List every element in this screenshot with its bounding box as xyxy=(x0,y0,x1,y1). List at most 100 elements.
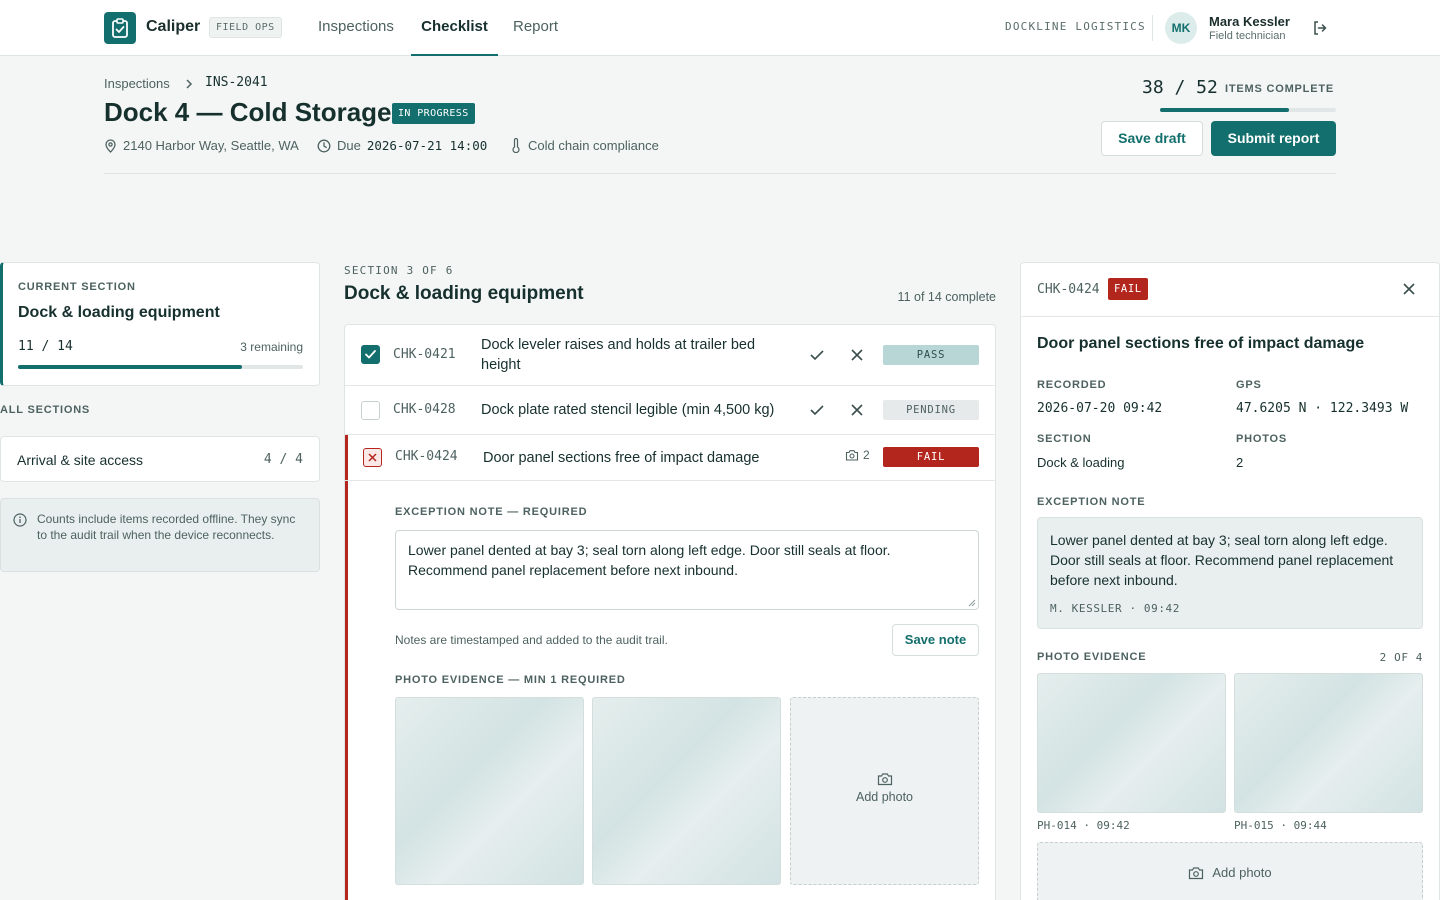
section-title: Dock & loading equipment xyxy=(344,283,584,304)
due-value: 2026-07-21 14:00 xyxy=(366,138,488,153)
check-icon[interactable] xyxy=(809,402,825,418)
meta-category: Cold chain compliance xyxy=(510,138,659,153)
progress-bar-fill xyxy=(1160,108,1289,112)
exception-note-text: Lower panel dented at bay 3; seal torn a… xyxy=(408,542,891,578)
item-id: CHK-0428 xyxy=(393,402,456,417)
status-badge: FAIL xyxy=(883,447,979,467)
add-photo-button[interactable]: Add photo xyxy=(1037,842,1423,900)
logout-icon[interactable] xyxy=(1310,18,1330,38)
thermometer-icon xyxy=(510,138,522,153)
detail-note: Lower panel dented at bay 3; seal torn a… xyxy=(1037,517,1423,629)
progress-label: ITEMS COMPLETE xyxy=(1225,83,1334,95)
detail-panel: CHK-0424 FAIL Door panel sections free o… xyxy=(1020,262,1440,900)
section-item-name: Arrival & site access xyxy=(17,452,144,468)
item-id: CHK-0421 xyxy=(393,347,456,362)
section-complete-count: 11 of 14 complete xyxy=(897,290,996,304)
progress-bar xyxy=(1160,108,1336,112)
add-photo-label: Add photo xyxy=(856,790,913,804)
check-icon[interactable] xyxy=(809,347,825,363)
photo-count-value: 2 xyxy=(863,448,870,462)
detail-note-text: Lower panel dented at bay 3; seal torn a… xyxy=(1050,532,1394,588)
checklist-row[interactable]: CHK-0421 Dock leveler raises and holds a… xyxy=(345,325,995,386)
exception-note-label: EXCEPTION NOTE — REQUIRED xyxy=(395,506,588,518)
meta-due: Due 2026-07-21 14:00 xyxy=(317,138,487,153)
org-name: DOCKLINE LOGISTICS xyxy=(1005,20,1146,33)
photo-caption: PH-014 · 09:42 xyxy=(1037,819,1130,832)
section-item-arrival[interactable]: Arrival & site access 4 / 4 xyxy=(0,436,320,482)
fail-accent-bar xyxy=(345,435,348,900)
note-hint: Notes are timestamped and added to the a… xyxy=(395,633,668,647)
avatar[interactable]: MK xyxy=(1165,12,1197,44)
clock-icon xyxy=(317,139,331,153)
gps-label: GPS xyxy=(1236,379,1262,391)
detail-note-author: M. KESSLER · 09:42 xyxy=(1050,602,1181,615)
close-icon[interactable] xyxy=(1401,281,1417,297)
current-section-count: 11 / 14 xyxy=(18,339,73,354)
photos-value: 2 xyxy=(1236,455,1244,470)
detail-status-badge: FAIL xyxy=(1108,278,1148,300)
gps-value: 47.6205 N · 122.3493 W xyxy=(1236,401,1409,416)
exception-note-input[interactable]: Lower panel dented at bay 3; seal torn a… xyxy=(395,530,979,610)
photo-thumbnail[interactable] xyxy=(1234,673,1423,813)
progress-count: 38 / 52 xyxy=(1142,77,1218,98)
detail-photo-label: PHOTO EVIDENCE xyxy=(1037,651,1147,663)
detail-note-label: EXCEPTION NOTE xyxy=(1037,496,1146,508)
user-name: Mara Kessler xyxy=(1209,14,1290,29)
item-text: Dock plate rated stencil legible (min 4,… xyxy=(481,402,775,418)
checkbox[interactable] xyxy=(361,345,380,364)
info-text: Counts include items recorded offline. T… xyxy=(37,512,296,542)
current-section-card[interactable]: CURRENT SECTION Dock & loading equipment… xyxy=(0,262,320,386)
camera-icon xyxy=(845,449,859,461)
nav-report[interactable]: Report xyxy=(513,0,558,56)
current-section-remaining: 3 remaining xyxy=(240,340,303,354)
detail-id: CHK-0424 xyxy=(1037,282,1100,297)
section-label: SECTION xyxy=(1037,433,1092,445)
user-role: Field technician xyxy=(1209,30,1286,42)
detail-title: Door panel sections free of impact damag… xyxy=(1037,335,1365,352)
info-box: Counts include items recorded offline. T… xyxy=(0,498,320,572)
page-title: Dock 4 — Cold Storage xyxy=(104,97,392,127)
photo-evidence-label: PHOTO EVIDENCE — MIN 1 REQUIRED xyxy=(395,674,626,686)
app-name[interactable]: Caliper xyxy=(146,18,200,36)
detail-photo-count: 2 OF 4 xyxy=(1379,651,1423,664)
x-icon[interactable] xyxy=(849,347,865,363)
category-text: Cold chain compliance xyxy=(528,138,659,153)
info-icon xyxy=(13,513,27,527)
photo-thumbnail[interactable] xyxy=(395,697,584,885)
clipboard-check-icon[interactable] xyxy=(104,12,136,44)
x-icon[interactable] xyxy=(849,402,865,418)
checklist: CHK-0421 Dock leveler raises and holds a… xyxy=(344,324,996,900)
section-item-count: 4 / 4 xyxy=(263,452,303,467)
add-photo-button[interactable]: Add photo xyxy=(790,697,979,885)
checkbox[interactable] xyxy=(361,401,380,420)
photo-thumbnail[interactable] xyxy=(592,697,781,885)
header-divider xyxy=(104,173,1336,174)
map-pin-icon xyxy=(104,138,117,153)
current-section-label: CURRENT SECTION xyxy=(18,281,136,293)
submit-report-button[interactable]: Submit report xyxy=(1211,121,1336,156)
photos-label: PHOTOS xyxy=(1236,433,1288,445)
section-progress-bar xyxy=(18,365,303,369)
camera-icon xyxy=(1188,866,1204,880)
meta-address: 2140 Harbor Way, Seattle, WA xyxy=(104,138,299,153)
section-value: Dock & loading xyxy=(1037,455,1125,470)
checkbox-fail[interactable] xyxy=(363,448,382,467)
item-id: CHK-0424 xyxy=(395,449,458,464)
save-note-button[interactable]: Save note xyxy=(892,624,979,656)
resize-handle-icon[interactable] xyxy=(968,599,976,607)
checklist-row[interactable]: CHK-0428 Dock plate rated stencil legibl… xyxy=(345,386,995,435)
nav-inspections[interactable]: Inspections xyxy=(318,0,394,56)
save-draft-button[interactable]: Save draft xyxy=(1101,121,1203,156)
nav-checklist[interactable]: Checklist xyxy=(411,0,498,56)
top-bar: Caliper FIELD OPS Inspections Checklist … xyxy=(0,0,1440,56)
recorded-value: 2026-07-20 09:42 xyxy=(1037,401,1163,416)
section-kicker: SECTION 3 OF 6 xyxy=(344,264,454,277)
photo-thumbnail[interactable] xyxy=(1037,673,1226,813)
status-badge: IN PROGRESS xyxy=(392,103,475,124)
breadcrumb-parent[interactable]: Inspections xyxy=(104,76,170,91)
checklist-row-expanded[interactable]: CHK-0424 Door panel sections free of imp… xyxy=(345,435,995,481)
status-badge: PENDING xyxy=(883,400,979,420)
add-photo-label: Add photo xyxy=(1212,865,1272,880)
current-section-title: Dock & loading equipment xyxy=(18,304,220,321)
divider xyxy=(1021,316,1439,317)
